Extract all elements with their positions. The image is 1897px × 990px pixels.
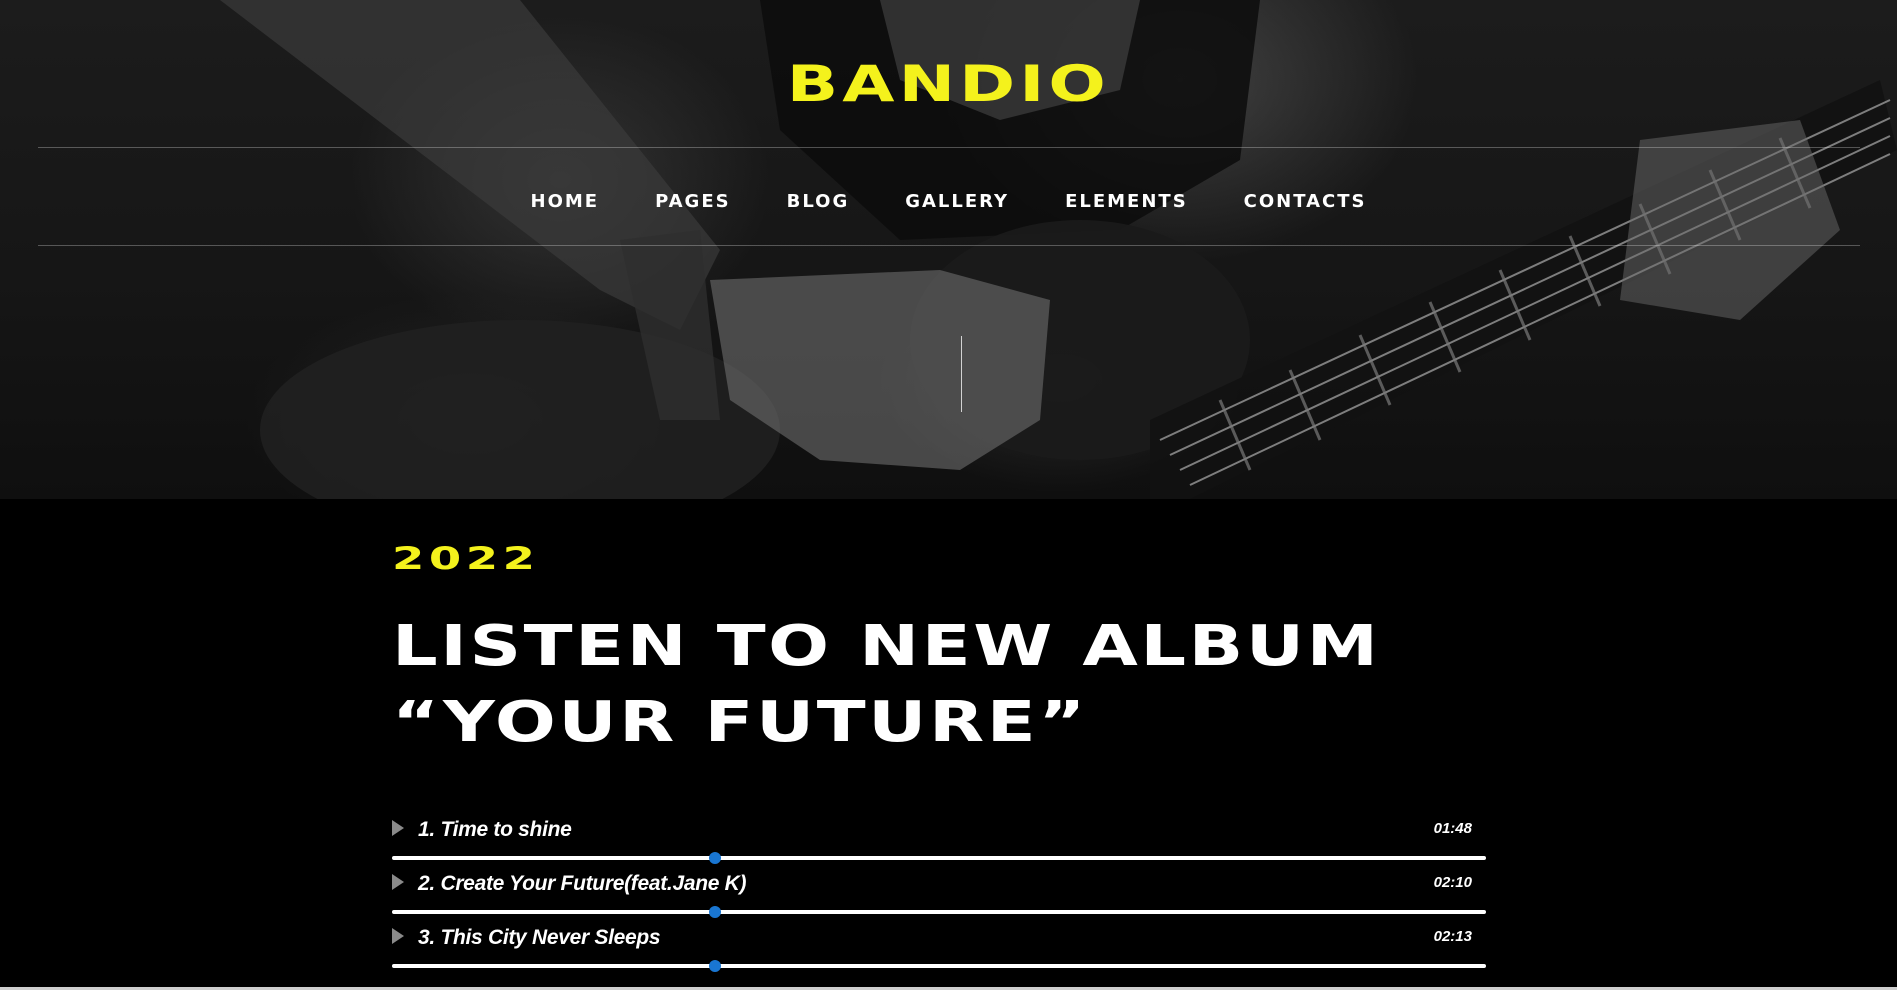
album-year: 2022 <box>392 541 540 577</box>
track-title: 1. Time to shine <box>418 818 572 841</box>
nav-divider-bottom <box>38 245 1860 246</box>
track-title: 3. This City Never Sleeps <box>418 926 661 949</box>
nav-item-contacts[interactable]: CONTACTS <box>1244 190 1367 214</box>
nav-item-elements[interactable]: ELEMENTS <box>1065 190 1188 214</box>
track-progress-bar[interactable] <box>392 960 1486 972</box>
site-logo[interactable]: BANDIO <box>0 58 1897 110</box>
album-headline-line1: LISTEN TO NEW ALBUM <box>392 614 1381 679</box>
track-progress-knob[interactable] <box>708 960 721 972</box>
track-duration: 02:13 <box>1433 928 1472 945</box>
nav-item-gallery[interactable]: GALLERY <box>905 190 1009 214</box>
track-progress-knob[interactable] <box>708 906 721 918</box>
track-item: 2. Create Your Future(feat.Jane K) 02:10 <box>392 866 1486 920</box>
track-title: 2. Create Your Future(feat.Jane K) <box>418 872 747 895</box>
track-progress-bar[interactable] <box>392 906 1486 918</box>
album-section: 2022 LISTEN TO NEW ALBUM “YOUR FUTURE” <box>392 535 1492 761</box>
nav-item-home[interactable]: HOME <box>531 190 600 214</box>
play-icon[interactable] <box>392 820 404 836</box>
track-progress-bar[interactable] <box>392 852 1486 864</box>
album-headline: LISTEN TO NEW ALBUM “YOUR FUTURE” <box>392 609 1493 761</box>
track-progress-knob[interactable] <box>708 852 721 864</box>
nav-item-pages[interactable]: PAGES <box>655 190 731 214</box>
hero-section: BANDIO HOME PAGES BLOG GALLERY ELEMENTS … <box>0 0 1897 499</box>
nav-divider-top <box>38 147 1860 148</box>
album-headline-line2: “YOUR FUTURE” <box>392 690 1088 755</box>
track-duration: 01:48 <box>1433 820 1472 837</box>
track-item: 1. Time to shine 01:48 <box>392 812 1486 866</box>
track-list: 1. Time to shine 01:48 2. Create Your Fu… <box>392 812 1486 974</box>
play-icon[interactable] <box>392 874 404 890</box>
play-icon[interactable] <box>392 928 404 944</box>
nav-item-blog[interactable]: BLOG <box>787 190 850 214</box>
track-item: 3. This City Never Sleeps 02:13 <box>392 920 1486 974</box>
track-duration: 02:10 <box>1433 874 1472 891</box>
main-navigation: HOME PAGES BLOG GALLERY ELEMENTS CONTACT… <box>0 190 1897 214</box>
scroll-indicator <box>961 336 962 412</box>
